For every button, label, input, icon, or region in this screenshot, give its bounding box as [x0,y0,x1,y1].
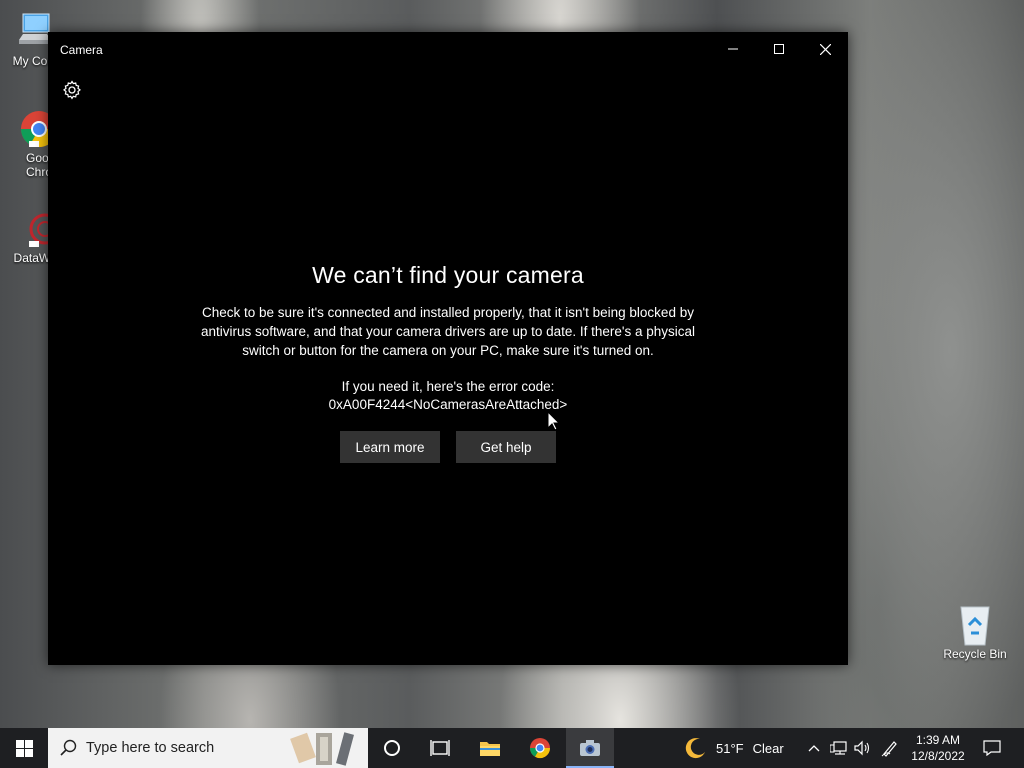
error-panel: We can’t find your camera Check to be su… [48,262,896,463]
network-icon [830,741,847,755]
settings-button[interactable] [62,80,82,100]
error-description: Check to be sure it's connected and inst… [200,305,696,358]
mouse-cursor-icon [548,412,560,431]
error-code: 0xA00F4244<NoCamerasAreAttached> [328,397,568,412]
speaker-icon [854,740,870,756]
weather-widget[interactable]: 51°F Clear [684,728,788,768]
clock-time: 1:39 AM [915,733,961,747]
taskbar-camera[interactable] [566,728,614,768]
desktop-icon-label: Recycle Bin [943,647,1007,661]
maximize-icon [774,44,784,54]
chevron-up-icon [808,745,820,752]
network-button[interactable] [828,728,850,768]
weather-temperature: 51°F [716,740,744,756]
taskbar-clock[interactable]: 1:39 AM 12/8/2022 [904,732,972,764]
error-actions: Learn more Get help [24,431,872,463]
volume-button[interactable] [852,728,874,768]
taskbar-chrome[interactable] [516,728,564,768]
cortana-icon [384,740,400,756]
close-icon [819,43,831,55]
clock-date: 12/8/2022 [911,749,965,763]
cortana-button[interactable] [368,728,416,768]
maximize-button[interactable] [756,32,802,66]
start-button[interactable] [0,728,48,768]
title-bar[interactable]: Camera [48,32,848,66]
chrome-icon [529,738,551,759]
pen-workspace-button[interactable] [878,728,902,768]
get-help-button[interactable]: Get help [456,431,556,463]
folder-icon [480,742,500,756]
error-headline: We can’t find your camera [312,262,584,288]
minimize-icon [728,48,738,50]
learn-more-button[interactable]: Learn more [340,431,440,463]
gear-icon [63,80,81,100]
recycle-bin-icon [955,603,995,646]
pen-icon [881,741,897,757]
taskbar-search-box[interactable]: Type here to search [48,728,368,768]
desktop-icon-recycle-bin[interactable]: Recycle Bin [940,603,1010,661]
windows-logo-icon [15,739,33,757]
taskbar-file-explorer[interactable] [466,728,514,768]
camera-icon [580,740,600,756]
search-highlight-icon [290,732,354,766]
task-view-icon [430,740,450,756]
notification-icon [983,740,1001,756]
search-icon [60,739,77,756]
moon-icon [685,738,705,759]
weather-condition: Clear [752,740,784,756]
minimize-button[interactable] [710,32,756,66]
action-center-button[interactable] [978,728,1006,768]
error-code-label: If you need it, here's the error code: [341,379,555,394]
window-title: Camera [60,43,103,57]
show-hidden-icons-button[interactable] [804,728,824,768]
task-view-button[interactable] [416,728,464,768]
close-button[interactable] [802,32,848,66]
search-placeholder: Type here to search [86,740,215,756]
